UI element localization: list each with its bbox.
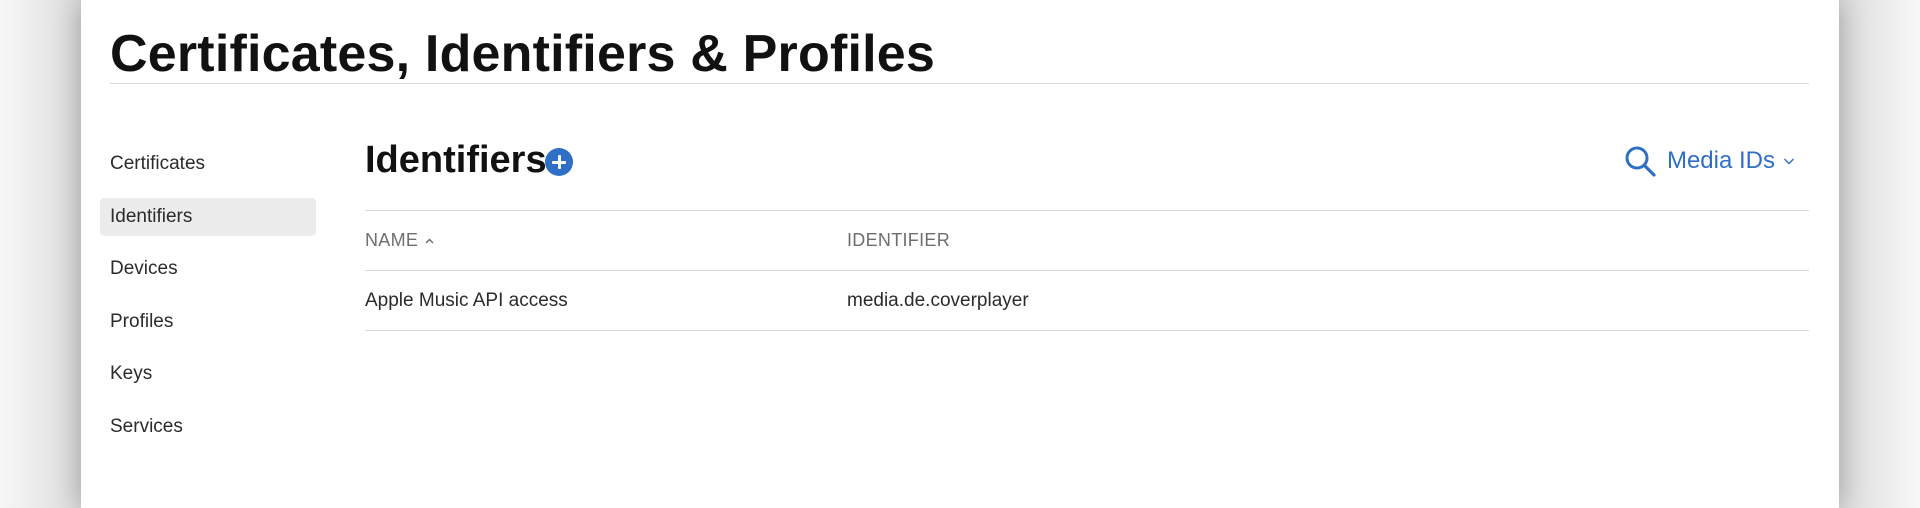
page-title: Certificates, Identifiers & Profiles	[110, 25, 936, 83]
sidebar-item-certificates[interactable]: Certificates	[100, 145, 316, 183]
filter-dropdown[interactable]: Media IDs	[1667, 144, 1795, 178]
chevron-down-icon	[1784, 158, 1794, 165]
main-panel: Certificates, Identifiers & Profiles Cer…	[81, 0, 1839, 508]
title-divider	[110, 83, 1809, 84]
sidebar-item-identifiers[interactable]: Identifiers	[100, 197, 316, 236]
sidebar-item-devices[interactable]: Devices	[100, 250, 316, 288]
row-identifier-cell: media.de.coverplayer	[847, 290, 1029, 311]
column-header-name[interactable]: NAME	[365, 211, 435, 270]
sidebar-item-profiles[interactable]: Profiles	[100, 303, 316, 341]
sidebar-item-keys[interactable]: Keys	[100, 355, 316, 393]
section-header: Identifiers Media IDs	[365, 130, 1809, 210]
sidebar-item-services[interactable]: Services	[100, 408, 316, 446]
table-row[interactable]: Apple Music API access media.de.coverpla…	[365, 270, 1809, 331]
identifiers-table: NAME IDENTIFIER Apple Music API access m…	[365, 210, 1809, 331]
row-name-cell: Apple Music API access	[365, 290, 568, 311]
content-area: Identifiers Media IDs NAME IDENTIFIER Ap…	[365, 130, 1809, 331]
plus-circle-icon[interactable]	[545, 148, 573, 176]
table-header-row: NAME IDENTIFIER	[365, 210, 1809, 270]
section-title: Identifiers	[365, 139, 547, 181]
search-icon[interactable]	[1623, 144, 1657, 178]
sidebar: Certificates Identifiers Devices Profile…	[100, 145, 316, 460]
filter-dropdown-label: Media IDs	[1666, 147, 1775, 174]
column-header-identifier[interactable]: IDENTIFIER	[847, 211, 950, 270]
sort-ascending-icon	[425, 238, 434, 244]
